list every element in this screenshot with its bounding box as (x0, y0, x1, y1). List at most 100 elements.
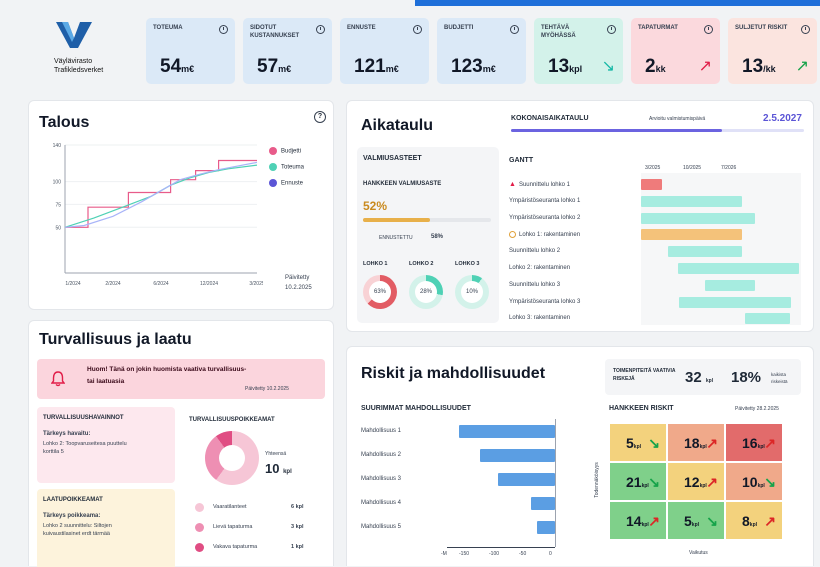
mahdollisuus-bar[interactable] (498, 473, 555, 486)
mahd-axis-line (447, 547, 555, 548)
top-accent-bar (415, 0, 820, 6)
risk-matrix-cell[interactable]: 5kpl ↘ (609, 423, 667, 462)
gantt-row-label: Ympäristöseuranta lohko 1 (509, 198, 580, 204)
question-icon[interactable]: ? (314, 111, 326, 123)
kpi-number: 13 (742, 56, 764, 77)
poikkeama-value: 3 kpl (291, 524, 304, 530)
risk-matrix: 5kpl ↘ 18kpl ↗ 16kpl ↗ 21kpl ↘ 12kpl ↗ 10kpl ↘ 14kpl… (609, 423, 783, 540)
lohko-donut: 10% (455, 275, 489, 309)
x-tick-label: 6/2024 (153, 281, 169, 287)
trend-down-icon: ↘ (648, 474, 660, 490)
valmiusasteet-title: VALMIUSASTEET (363, 155, 422, 162)
poikkeama-label: Lievä tapaturma (213, 524, 253, 530)
clock-icon[interactable] (801, 25, 810, 34)
legend-label: Toteuma (281, 164, 305, 171)
gantt-bar[interactable] (705, 279, 755, 291)
risk-matrix-cell[interactable]: 8kpl ↗ (725, 501, 783, 540)
forecast-label: Arvioitu valmistumispäivä (649, 116, 706, 122)
laatu-title: LAATUPOIKKEAMAT (43, 497, 103, 503)
mahdollisuus-label: Mahdollisuus 3 (361, 476, 402, 482)
kpi-card[interactable]: TAPATURMAT 2kk ↗ (631, 18, 720, 84)
kpi-card[interactable]: SULJETUT RISKIT 13/kk ↗ (728, 18, 817, 84)
lohko-donut-value: 10% (461, 281, 483, 303)
risk-matrix-cell[interactable]: 14kpl ↗ (609, 501, 667, 540)
hankkeen-riskit-updated: Päivitetty 28.2.2025 (735, 406, 779, 412)
gantt-bar[interactable] (679, 296, 792, 308)
poikkeamat-donut-hole (219, 445, 245, 471)
ennustettu-value: 58% (431, 234, 444, 240)
mahdollisuus-label: Mahdollisuus 4 (361, 500, 402, 506)
risk-matrix-cell[interactable]: 16kpl ↗ (725, 423, 783, 462)
clock-icon[interactable] (316, 25, 325, 34)
kpi-number: 121 (354, 56, 386, 77)
mahdollisuus-bar[interactable] (537, 521, 555, 534)
kpi-value: 13/kk (742, 56, 776, 78)
laatu-subtitle: Tärkeys poikkeama: (43, 513, 101, 519)
mahd-axis-tick: -150 (459, 551, 470, 557)
gantt-bar[interactable] (668, 246, 742, 258)
gantt-row-label: Suunnittelu lohko 3 (509, 282, 560, 288)
legend-swatch (269, 163, 277, 171)
legend-swatch (269, 179, 277, 187)
gantt-bar[interactable] (745, 313, 790, 325)
mahdollisuus-bar[interactable] (531, 497, 555, 510)
alert-updated: Päivitetty 10.2.2025 (245, 386, 289, 392)
y-tick-label: 75 (55, 202, 61, 208)
kpi-card[interactable]: BUDJETTI 123m€ (437, 18, 526, 84)
gantt-row-text: Ympäristöseuranta lohko 3 (509, 298, 581, 305)
kpi-label: TOTEUMA (153, 25, 183, 31)
kpi-label: SIDOTUT KUSTANNUKSET (250, 25, 300, 39)
kpi-card[interactable]: TEHTÄVÄ MYÖHÄSSÄ 13kpl ↘ (534, 18, 623, 84)
clock-icon[interactable] (704, 25, 713, 34)
clock-icon[interactable] (607, 25, 616, 34)
kpi-card[interactable]: ENNUSTE 121m€ (340, 18, 429, 84)
riskit-card: Riskit ja mahdollisuudet TOIMENPITEITÄ V… (346, 346, 814, 566)
gantt-row-text: Suunnittelu lohko 2 (509, 248, 561, 255)
mahdollisuus-bar[interactable] (459, 425, 555, 438)
gantt-row-label: Ympäristöseuranta lohko 3 (509, 299, 580, 305)
alert-text: Huom! Tänä on jokin huomista vaativa tur… (87, 366, 247, 385)
series-line-budjetti (65, 159, 257, 228)
gantt-bar[interactable] (677, 263, 800, 274)
poikkeamat-total-label: Yhteensä (265, 451, 287, 457)
risk-cell-value: 18 (684, 435, 700, 451)
poikkeama-label: Vakava tapaturma (213, 544, 258, 550)
kpi-value: 54m€ (160, 56, 194, 78)
kpi-card[interactable]: SIDOTUT KUSTANNUKSET 57m€ (243, 18, 332, 84)
clock-icon[interactable] (413, 25, 422, 34)
risk-cell-unit: kpl (691, 522, 700, 528)
risk-cell-value: 5 (684, 513, 692, 529)
risk-matrix-cell[interactable]: 21kpl ↘ (609, 462, 667, 501)
risk-matrix-cell[interactable]: 5kpl ↘ (667, 501, 725, 540)
risk-matrix-cell[interactable]: 18kpl ↗ (667, 423, 725, 462)
poikkeamat-donut (205, 431, 259, 485)
talous-card: Talous ? 140 100 75 50 1/2024 2/2024 6/2024 12/… (28, 100, 334, 310)
kpi-card[interactable]: TOTEUMA 54m€ (146, 18, 235, 84)
risk-matrix-cell[interactable]: 12kpl ↗ (667, 462, 725, 501)
risk-cell-value: 5 (626, 435, 634, 451)
kpi-unit: m€ (385, 64, 399, 74)
lohko-donut: 63% (363, 275, 397, 309)
trend-up-icon: ↗ (698, 58, 712, 75)
clock-icon[interactable] (219, 25, 228, 34)
trend-down-icon: ↘ (764, 474, 776, 490)
kpi-label: SULJETUT RISKIT (735, 25, 788, 31)
risk-cell-unit: kpl (633, 444, 642, 450)
gantt-row-text: Ympäristöseuranta lohko 2 (509, 214, 581, 221)
gantt-row-label: ▲ Suunnittelu lohko 1 (509, 181, 570, 188)
overall-progress-fill (511, 129, 722, 132)
gantt-bar[interactable] (641, 212, 755, 224)
talous-updated-date: 10.2.2025 (285, 285, 312, 291)
clock-icon[interactable] (510, 25, 519, 34)
trend-up-icon: ↗ (764, 513, 776, 529)
x-tick-label: 1/2024 (65, 281, 81, 287)
gantt-bar[interactable] (641, 195, 742, 207)
risk-matrix-cell[interactable]: 10kpl ↘ (725, 462, 783, 501)
mahdollisuus-bar[interactable] (480, 449, 555, 462)
y-tick-label: 50 (55, 225, 61, 231)
gantt-bar[interactable] (641, 229, 742, 241)
turvallisuus-alert[interactable]: Huom! Tänä on jokin huomista vaativa tur… (37, 359, 325, 399)
gantt-bar[interactable] (641, 179, 662, 190)
lohko-label: LOHKO 1 (363, 261, 388, 267)
riskit-kpi-unit: kpl (705, 378, 714, 384)
